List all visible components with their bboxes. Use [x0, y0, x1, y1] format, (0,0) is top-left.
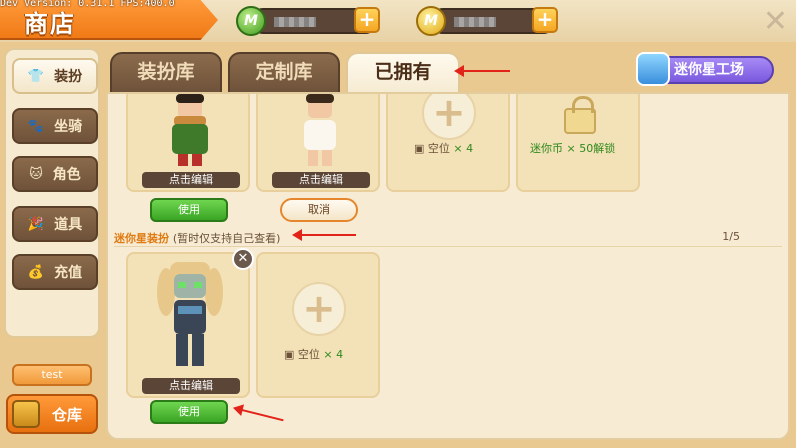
remove-icon[interactable]: ✕: [232, 248, 254, 270]
shirt-icon: 👕: [27, 68, 45, 84]
use-button[interactable]: 使用: [150, 400, 228, 424]
test-button[interactable]: test: [12, 364, 92, 386]
tab-owned[interactable]: 已拥有: [346, 52, 460, 96]
mini-coin-balance: M +: [416, 6, 558, 36]
cancel-button[interactable]: 取消: [280, 198, 358, 222]
tab-custom-library[interactable]: 定制库: [228, 52, 340, 94]
warehouse-button[interactable]: 仓库: [6, 394, 98, 434]
page-title: 商店: [24, 10, 76, 38]
sidebar-item-label: 充值: [54, 265, 83, 281]
avatar-green-coat: [172, 94, 208, 166]
outfit-card[interactable]: 点击编辑: [126, 94, 250, 192]
mini-bean-coin-icon: M: [236, 6, 266, 36]
sidebar-item-props[interactable]: 🎉 道具: [12, 206, 98, 242]
empty-slot-card[interactable]: + ▣ 空位 × 4: [256, 252, 380, 398]
owned-items-panel: 点击编辑 使用 点击编辑 取消 + ▣ 空位 × 4 迷你币 × 50解锁 迷你…: [106, 92, 790, 440]
annotation-arrow: [292, 229, 356, 241]
camera-icon: [636, 52, 670, 86]
sidebar-item-recharge[interactable]: 💰 充值: [12, 254, 98, 290]
cat-icon: 🐱: [29, 166, 43, 182]
mini-bean-add-button[interactable]: +: [354, 7, 380, 33]
sidebar-item-mount[interactable]: 🐾 坐骑: [12, 108, 98, 144]
unlock-cost-text: 迷你币 × 50解锁: [530, 142, 616, 155]
mini-star-workshop-button[interactable]: 迷你星工场: [636, 52, 774, 86]
sidebar-item-label: 装扮: [54, 69, 83, 85]
mini-bean-balance: M +: [236, 6, 380, 36]
top-bar: 商店 Dev Version: 0.31.1 FPS:400.0 M + M +…: [0, 0, 796, 42]
locked-slot-card[interactable]: 迷你币 × 50解锁: [516, 94, 640, 192]
warehouse-label: 仓库: [51, 405, 82, 424]
sidebar-item-label: 坐骑: [54, 119, 83, 135]
section-divider: [114, 246, 782, 247]
lock-icon: [564, 96, 596, 134]
add-icon: +: [292, 282, 346, 336]
avatar-armored-doll: [157, 262, 223, 366]
click-to-edit-label: 点击编辑: [272, 172, 370, 188]
sidebar-item-label: 角色: [52, 167, 81, 183]
coin-stack-icon: 💰: [27, 264, 45, 280]
workshop-label: 迷你星工场: [674, 62, 744, 78]
annotation-arrow: [454, 65, 510, 77]
category-sidebar: 👕 装扮 🐾 坐骑 🐱 角色 🎉 道具 💰 充值: [4, 48, 100, 338]
click-to-edit-label: 点击编辑: [142, 172, 240, 188]
mini-coin-add-button[interactable]: +: [532, 7, 558, 33]
slot-icon: ▣: [414, 142, 428, 155]
outfit-card[interactable]: 点击编辑: [256, 94, 380, 192]
mini-star-outfit-card[interactable]: 点击编辑: [126, 252, 250, 398]
add-icon: +: [422, 94, 476, 140]
treasure-chest-icon: [12, 400, 40, 428]
sidebar-item-character[interactable]: 🐱 角色: [12, 156, 98, 192]
paw-icon: 🐾: [27, 118, 45, 134]
tab-outfit-library[interactable]: 装扮库: [110, 52, 222, 94]
empty-slot-label: ▣ 空位 × 4: [414, 142, 474, 155]
party-popper-icon: 🎉: [27, 216, 45, 232]
mini-star-outfit-section-title: 迷你星装扮 (暂时仅支持自己查看): [114, 232, 281, 245]
close-icon[interactable]: ✕: [763, 4, 788, 39]
slot-icon: ▣: [284, 348, 298, 361]
empty-slot-label: ▣ 空位 × 4: [284, 348, 344, 361]
mini-bean-amount: [274, 17, 316, 27]
sidebar-item-outfit[interactable]: 👕 装扮: [12, 58, 98, 94]
avatar-default: [304, 94, 336, 166]
click-to-edit-label: 点击编辑: [142, 378, 240, 394]
mini-coin-amount: [454, 17, 496, 27]
empty-slot-card[interactable]: + ▣ 空位 × 4: [386, 94, 510, 192]
page-indicator: 1/5: [722, 230, 740, 243]
sidebar-item-label: 道具: [54, 217, 83, 233]
mini-coin-icon: M: [416, 6, 446, 36]
dev-version-text: Dev Version: 0.31.1 FPS:400.0: [0, 0, 175, 9]
use-button[interactable]: 使用: [150, 198, 228, 222]
